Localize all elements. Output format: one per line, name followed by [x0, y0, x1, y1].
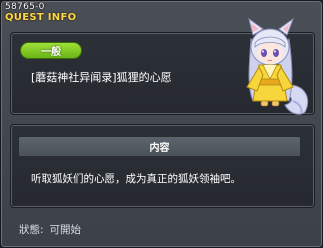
status-value: 可開始	[49, 224, 82, 236]
quest-status: 狀態: 可開始	[19, 222, 81, 237]
quest-description: 听取狐妖们的心愿，成为真正的狐妖领袖吧。	[31, 173, 241, 185]
section-title: QUEST INFO	[5, 12, 77, 23]
quest-category-badge: 一般	[20, 42, 82, 59]
quest-info-window: 58765-0 QUEST INFO 一般 [蘑菇神社异闻录]狐狸的心愿 内容 …	[0, 0, 323, 248]
quest-id: 58765-0	[5, 2, 45, 12]
fox-girl-npc-icon	[246, 17, 309, 115]
content-header: 内容	[18, 136, 301, 157]
status-label: 狀態:	[19, 224, 44, 236]
quest-title: [蘑菇神社异闻录]狐狸的心愿	[31, 71, 172, 84]
